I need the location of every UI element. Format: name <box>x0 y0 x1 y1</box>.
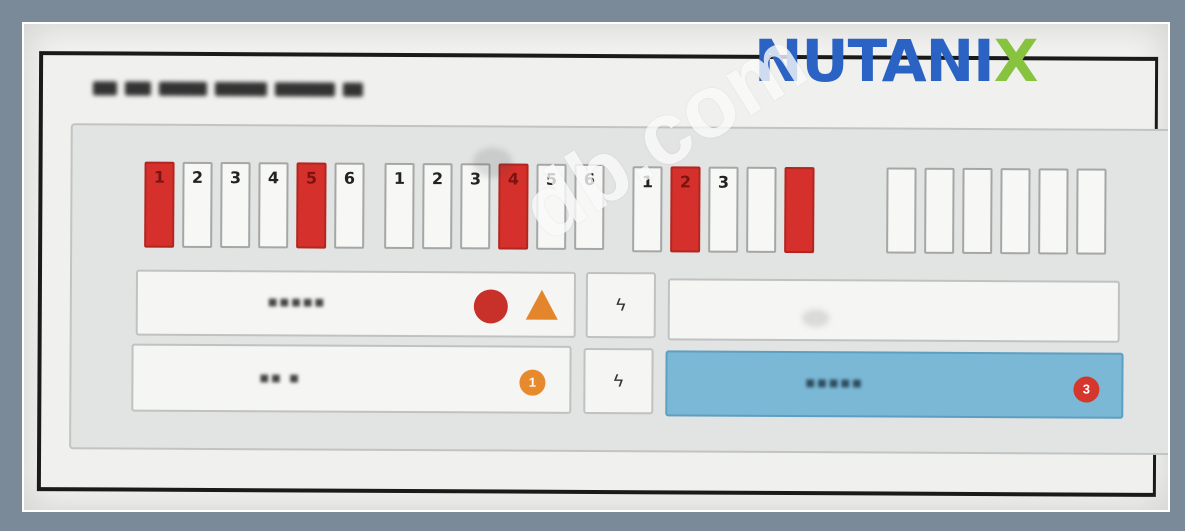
disk-slot-group1[interactable]: 5 <box>296 162 327 249</box>
warning-badge[interactable]: 1 <box>519 369 546 396</box>
node-c[interactable]: ■■ ■ 1 <box>131 343 572 414</box>
disk-slot-group1[interactable]: 1 <box>144 161 175 248</box>
logo-x: X <box>993 27 1039 95</box>
node-d-selected[interactable]: ■■■■■ 3 <box>665 350 1124 419</box>
disk-slot-group1[interactable]: 2 <box>182 161 213 248</box>
disk-slot-number: 3 <box>229 168 242 188</box>
disk-slot-group1[interactable]: 4 <box>258 162 289 249</box>
node-a-label: ■■■■■ <box>267 294 327 312</box>
page-title <box>92 81 363 97</box>
screen-photo: 123456123456123 ■■■■■ ϟ ■■ ■ 1 ϟ ■■■■■ 3… <box>22 22 1170 512</box>
disk-slot-group4[interactable] <box>1076 168 1107 255</box>
disk-slot-group3[interactable] <box>784 166 815 254</box>
bolt-icon: ϟ <box>613 370 624 391</box>
node-d-label: ■■■■■ <box>805 375 864 393</box>
disk-slot-number: 2 <box>431 169 444 189</box>
disk-slot-number: 4 <box>267 168 280 188</box>
disk-slot-group3[interactable]: 3 <box>708 166 739 253</box>
disk-slot-number: 6 <box>343 168 356 188</box>
disk-slot-number: 3 <box>717 172 730 192</box>
disk-slot-group2[interactable]: 1 <box>384 162 415 250</box>
disk-slot-group4[interactable] <box>1038 168 1069 255</box>
disk-slot-group4[interactable] <box>924 167 955 254</box>
bolt-icon: ϟ <box>616 294 626 315</box>
power-a[interactable]: ϟ <box>585 271 657 339</box>
warning-alert-icon[interactable] <box>525 289 558 320</box>
disk-slot-group2[interactable]: 2 <box>422 163 453 250</box>
disk-slot-group1[interactable]: 3 <box>220 162 251 249</box>
disk-slot-number: 1 <box>153 167 166 187</box>
node-a[interactable]: ■■■■■ <box>135 269 577 338</box>
disk-slot-number: 1 <box>393 168 406 188</box>
disk-slot-group4[interactable] <box>1000 168 1031 255</box>
critical-alert-icon[interactable] <box>473 289 508 324</box>
disk-slot-number: 2 <box>191 167 204 187</box>
node-c-label: ■■ ■ <box>259 370 301 388</box>
disk-slot-group4[interactable] <box>886 167 917 254</box>
disk-slot-group3[interactable] <box>746 166 777 253</box>
critical-badge[interactable]: 3 <box>1073 376 1100 403</box>
power-b[interactable]: ϟ <box>583 347 654 415</box>
node-b[interactable] <box>667 278 1120 343</box>
photo-smudge <box>801 309 830 328</box>
disk-slot-group1[interactable]: 6 <box>334 162 365 249</box>
disk-slot-group4[interactable] <box>962 167 993 255</box>
disk-slot-number: 5 <box>305 168 318 188</box>
